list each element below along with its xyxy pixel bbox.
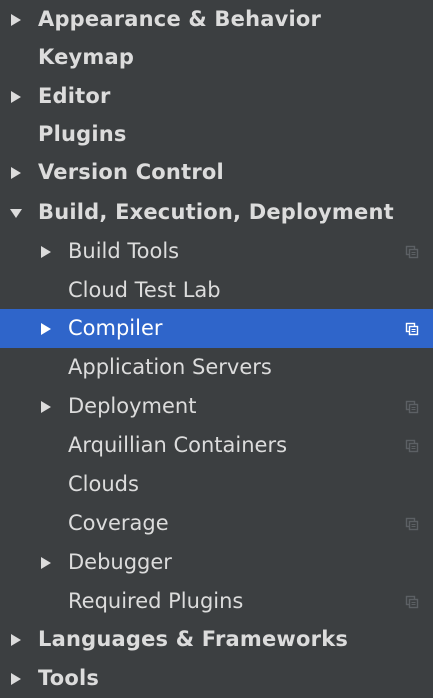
tree-item-label: Version Control xyxy=(38,160,224,184)
tree-item-label: Clouds xyxy=(68,472,139,496)
chevron-right-icon[interactable] xyxy=(8,632,24,648)
chevron-right-icon[interactable] xyxy=(8,89,24,105)
tree-item-label: Plugins xyxy=(38,122,127,146)
chevron-right-icon[interactable] xyxy=(38,321,54,337)
tree-item-label: Required Plugins xyxy=(68,589,244,613)
tree-item-label: Compiler xyxy=(68,316,163,340)
tree-item-clouds[interactable]: Clouds xyxy=(0,465,433,504)
tree-item-label: Keymap xyxy=(38,45,135,69)
tree-item-required-plugins[interactable]: Required Plugins xyxy=(0,582,433,621)
project-settings-copy-icon xyxy=(405,517,419,531)
tree-item-cloud-test-lab[interactable]: Cloud Test Lab xyxy=(0,271,433,310)
settings-tree[interactable]: Appearance & Behavior Keymap Editor Plugins… xyxy=(0,0,433,696)
tree-item-editor[interactable]: Editor xyxy=(0,77,433,116)
tree-item-debugger[interactable]: Debugger xyxy=(0,543,433,582)
tree-item-plugins[interactable]: Plugins xyxy=(0,115,433,154)
chevron-right-icon[interactable] xyxy=(8,165,24,181)
tree-item-application-servers[interactable]: Application Servers xyxy=(0,348,433,387)
tree-item-label: Arquillian Containers xyxy=(68,433,288,457)
chevron-right-icon[interactable] xyxy=(38,244,54,260)
chevron-right-icon[interactable] xyxy=(8,671,24,687)
project-settings-copy-icon xyxy=(405,322,419,336)
tree-item-version-control[interactable]: Version Control xyxy=(0,153,433,192)
project-settings-copy-icon xyxy=(405,595,419,609)
tree-item-label: Build, Execution, Deployment xyxy=(38,200,394,224)
tree-item-label: Editor xyxy=(38,84,111,108)
chevron-right-icon[interactable] xyxy=(38,555,54,571)
tree-item-compiler[interactable]: Compiler xyxy=(0,309,433,348)
tree-item-label: Build Tools xyxy=(68,239,180,263)
chevron-down-icon[interactable] xyxy=(8,205,24,221)
tree-item-keymap[interactable]: Keymap xyxy=(0,38,433,77)
tree-item-deployment[interactable]: Deployment xyxy=(0,387,433,426)
tree-item-label: Cloud Test Lab xyxy=(68,278,221,302)
project-settings-copy-icon xyxy=(405,400,419,414)
tree-item-appearance-and-behavior[interactable]: Appearance & Behavior xyxy=(0,0,433,39)
tree-item-label: Tools xyxy=(38,666,100,690)
tree-item-tools[interactable]: Tools xyxy=(0,659,433,698)
chevron-right-icon[interactable] xyxy=(8,12,24,28)
tree-item-languages-and-frameworks[interactable]: Languages & Frameworks xyxy=(0,620,433,659)
tree-item-build-execution-deployment[interactable]: Build, Execution, Deployment xyxy=(0,193,433,232)
project-settings-copy-icon xyxy=(405,439,419,453)
tree-item-arquillian-containers[interactable]: Arquillian Containers xyxy=(0,426,433,465)
tree-item-build-tools[interactable]: Build Tools xyxy=(0,232,433,271)
tree-item-label: Application Servers xyxy=(68,355,272,379)
tree-item-label: Debugger xyxy=(68,550,172,574)
tree-item-coverage[interactable]: Coverage xyxy=(0,504,433,543)
tree-item-label: Coverage xyxy=(68,511,169,535)
tree-item-label: Appearance & Behavior xyxy=(38,7,322,31)
project-settings-copy-icon xyxy=(405,245,419,259)
tree-item-label: Deployment xyxy=(68,394,197,418)
chevron-right-icon[interactable] xyxy=(38,399,54,415)
tree-item-label: Languages & Frameworks xyxy=(38,627,349,651)
